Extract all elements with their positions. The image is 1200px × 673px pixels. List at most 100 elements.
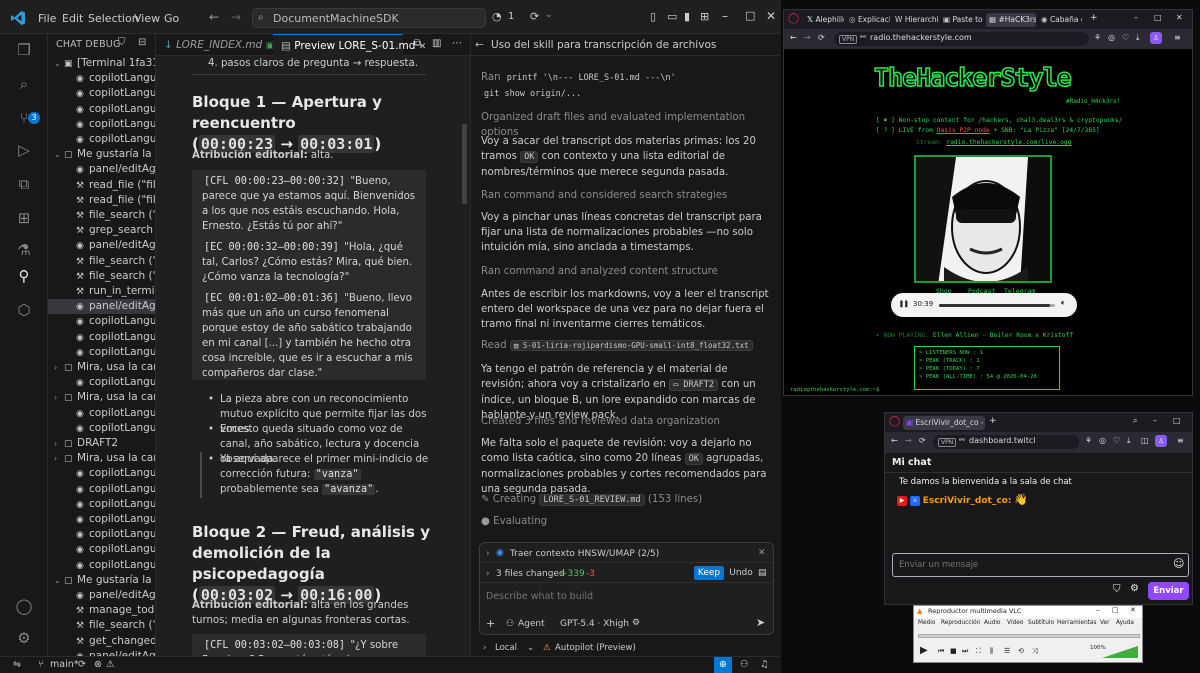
tree-item[interactable]: ⚒ file_search ("qu... (48, 618, 155, 633)
add-context-icon[interactable]: + (486, 616, 495, 631)
autopilot-picker[interactable]: Autopilot (Preview) (555, 641, 636, 656)
tree-item[interactable]: ◉panel/editAge... (48, 649, 155, 656)
tree-item[interactable]: ◉ copilotLanguag... (48, 466, 155, 481)
forward-arrow-icon[interactable]: → (905, 436, 912, 445)
chevron-down-icon[interactable]: ⌄ (545, 10, 553, 20)
tree-item[interactable]: ⚒ file_search ("q... (48, 208, 155, 223)
back-arrow-icon[interactable]: ← (891, 436, 898, 445)
tree-item[interactable]: ◉ copilotLanguag... (48, 86, 155, 101)
pause-icon[interactable]: ❚❚ (899, 299, 909, 308)
tab-lore-index[interactable]: ↓ LORE_INDEX.md ▣ (156, 34, 274, 56)
tree-item[interactable]: ◉ copilotLanguag... (48, 527, 155, 542)
send-chat-button[interactable]: Enviar (1148, 582, 1189, 600)
minimize-icon[interactable]: – (1153, 416, 1157, 425)
forward-arrow-icon[interactable]: → (231, 10, 241, 24)
browser-tab[interactable]: W Hierarchical (892, 13, 938, 27)
tree-item[interactable]: ⚒ read_file ("fileP... (48, 178, 155, 193)
chat-input[interactable] (486, 587, 766, 605)
back-arrow-icon[interactable]: ← (475, 38, 484, 53)
step-ran-analyze[interactable]: Ran command and analyzed content structu… (481, 264, 771, 279)
browser-tab[interactable]: ▣ Paste to Ma (940, 13, 984, 27)
fullscreen-icon[interactable]: ⛶ (976, 647, 981, 656)
maximize-icon[interactable]: □ (1112, 606, 1119, 614)
chevron-down-icon[interactable]: ⌄ (527, 641, 534, 656)
heart-icon[interactable]: ♡ (1122, 33, 1129, 42)
tree-item[interactable]: › ▢ DRAFT2 (48, 436, 155, 451)
maximize-icon[interactable]: □ (1173, 416, 1181, 425)
equalizer-icon[interactable]: ⫼ (990, 647, 993, 656)
tree-item[interactable]: ⌄▢ Me gustaría la o... (48, 147, 155, 162)
editor-scrollbar[interactable] (462, 124, 467, 204)
send-icon[interactable]: ➤ (756, 615, 765, 630)
view-diff-icon[interactable]: ▤ (758, 566, 767, 581)
tree-item[interactable]: ◉ copilotLanguag... (48, 542, 155, 557)
browser-tab[interactable]: ◉ Cabaña com (1038, 13, 1082, 27)
minimize-icon[interactable]: – (1096, 606, 1100, 614)
vlc-menu-item[interactable]: Ayuda (1116, 620, 1134, 626)
creating-file-step[interactable]: ✎ Creating LORE_S-01_REVIEW.md (153 line… (481, 492, 771, 508)
opera-logo-icon[interactable]: ◯ (788, 13, 799, 24)
run-debug-icon[interactable]: ▷ (14, 140, 34, 160)
customize-layout-icon[interactable]: ⊞ (700, 10, 709, 23)
heart-icon[interactable]: ♡ (1113, 436, 1120, 445)
oasis-link[interactable]: Oasis P2P node (937, 127, 990, 134)
vlc-menu-item[interactable]: Herramientas (1057, 620, 1097, 626)
tools-icon[interactable]: ⚙ (632, 616, 640, 631)
tree-item[interactable]: ◉ copilotLanguag... (48, 132, 155, 147)
chat-input[interactable] (899, 558, 1159, 572)
new-tab-icon[interactable]: + (989, 416, 997, 426)
points-icon[interactable]: ⛉ (1113, 584, 1121, 595)
tree-item[interactable]: ◉panel/editAge... (48, 299, 155, 315)
layout-panel-icon[interactable]: ▭ (667, 10, 677, 23)
menu-selection[interactable]: Selection (88, 12, 139, 25)
tree-item[interactable]: ◉panel/editAge... (48, 162, 155, 177)
step-created[interactable]: Created 3 files and reviewed data organi… (481, 414, 771, 429)
download-icon[interactable]: ⤓ (1127, 436, 1131, 446)
explorer-icon[interactable]: ❐ (14, 40, 34, 60)
maximize-icon[interactable]: □ (1154, 13, 1162, 22)
vlc-menu-item[interactable]: Subtítulo (1028, 620, 1054, 626)
remote-indicator-icon[interactable]: ⇋ (0, 657, 34, 673)
player-progress-track[interactable] (939, 304, 1055, 307)
emote-picker-icon[interactable]: ☺ (1173, 557, 1184, 570)
profile-icon[interactable]: ♙ (1150, 32, 1162, 44)
tree-item[interactable]: ◉ copilotLanguag... (48, 497, 155, 512)
volume-slider[interactable] (1102, 646, 1138, 658)
copilot-status-icon[interactable]: ⚇ (740, 659, 749, 670)
chat-username[interactable]: EscriVivir_dot_co: (923, 496, 1012, 506)
tree-item[interactable]: ◉ copilotLanguag... (48, 558, 155, 573)
address-bar[interactable]: VPN ⚯ dashboard.twitcl (933, 435, 1079, 449)
menu-view[interactable]: View (134, 12, 160, 25)
snapshot-icon[interactable]: ◎ (1099, 436, 1106, 445)
close-icon[interactable]: ✕ (1130, 606, 1136, 614)
folder-chip[interactable]: ▭ DRAFT2 (669, 379, 719, 391)
volume-icon[interactable]: 🔈︎ (1061, 298, 1066, 308)
browser-tab[interactable]: 𝕏 Alephillo on (804, 13, 844, 27)
tree-item[interactable]: ◉ copilotLanguag... (48, 482, 155, 497)
stream-link[interactable]: radio.thehackerstyle.com/live.ogg (946, 139, 1071, 146)
snapshot-icon[interactable]: ◎ (1108, 33, 1115, 42)
filter-icon[interactable]: ⛉ (118, 37, 126, 48)
maximize-icon[interactable]: □ (745, 9, 755, 22)
tab-preview-lore[interactable]: ▤ Preview LORE_S-01.md ✕ (273, 34, 426, 56)
screenshot-icon[interactable]: ◫ (1141, 436, 1149, 445)
remote-explorer-icon[interactable]: ⧉ (14, 174, 34, 194)
extension-icon[interactable]: ⚘ (1085, 436, 1092, 445)
tree-item[interactable]: › ▢ Mira, usa la carp... (48, 360, 155, 375)
search-tabs-icon[interactable]: ⌕ (1133, 416, 1137, 426)
tree-item[interactable]: ⚒ read_file ("fileP... (48, 193, 155, 208)
menu-edit[interactable]: Edit (62, 12, 83, 25)
tree-item[interactable]: ⌄▣ [Terminal 1fa318... (48, 56, 155, 71)
back-arrow-icon[interactable]: ← (790, 33, 797, 42)
model-picker[interactable]: GPT-5.4 · Xhigh (560, 617, 629, 632)
undo-button[interactable]: Undo (728, 566, 754, 580)
menu-go[interactable]: Go (164, 12, 179, 25)
profile-icon[interactable]: ♙ (1155, 435, 1167, 447)
vpn-badge[interactable]: VPN (839, 35, 858, 44)
todo-row[interactable]: › ◉ Traer contexto HNSW/UMAP (2/5) ✕ (480, 543, 773, 563)
step-ran-search[interactable]: Ran command and considered search strate… (481, 188, 771, 203)
layout-secondary-icon[interactable]: ▮ (684, 10, 690, 23)
browser-tab[interactable]: ◎ Explicación (846, 13, 890, 27)
tree-item[interactable]: ◉ copilotLanguag... (48, 512, 155, 527)
minimize-icon[interactable]: – (1134, 13, 1138, 22)
